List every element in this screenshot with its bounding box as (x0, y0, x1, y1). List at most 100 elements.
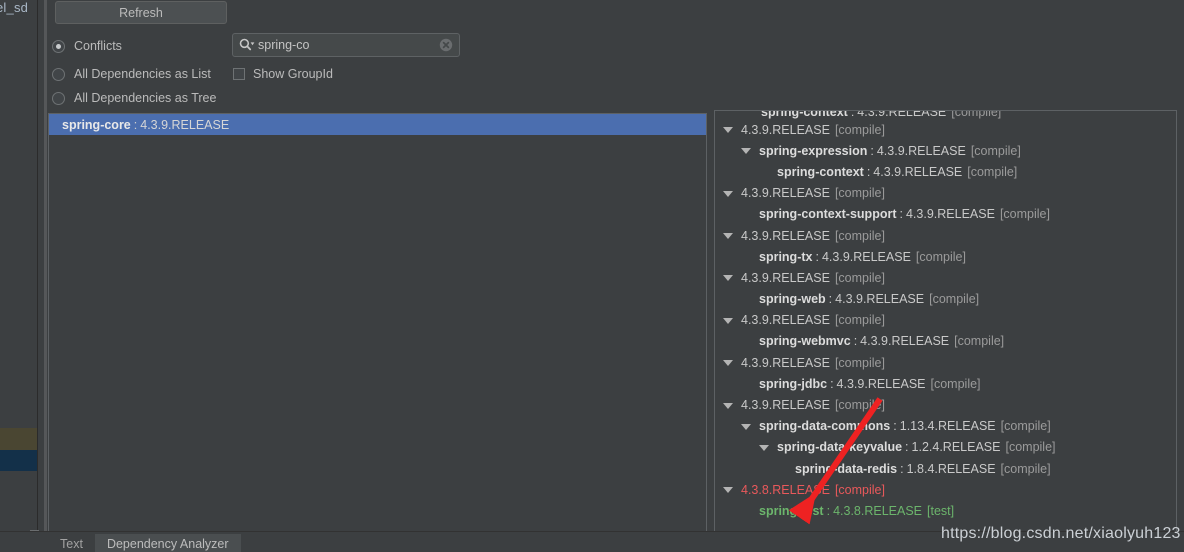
radio-all-dependencies-as-tree[interactable]: All Dependencies as Tree (52, 89, 216, 107)
tree-expand-icon[interactable] (723, 357, 734, 368)
radio-all-dependencies-as-list[interactable]: All Dependencies as List (52, 65, 211, 83)
checkbox-label-show-groupid: Show GroupId (253, 67, 333, 81)
tree-row-scope: [compile] (951, 111, 1002, 119)
tree-row[interactable]: 4.3.9.RELEASE [compile] (715, 183, 1176, 204)
tree-row-version: 4.3.9.RELEASE (741, 122, 830, 137)
tree-row-scope: [compile] (967, 164, 1018, 179)
clear-icon[interactable] (439, 38, 453, 52)
tree-row[interactable]: spring-web:4.3.9.RELEASE [compile] (715, 289, 1176, 310)
gutter-highlight-band-navy (0, 450, 37, 471)
tree-row[interactable]: spring-test:4.3.8.RELEASE [test] (715, 500, 1176, 521)
tree-row-scope: [compile] (834, 270, 885, 285)
dependency-analyzer-window: el_sd Refresh Conflicts All Dependencies… (0, 0, 1184, 552)
tree-row-version: 4.3.9.RELEASE (876, 143, 966, 158)
tree-row-scope: [compile] (999, 207, 1050, 222)
tree-row[interactable]: 4.3.9.RELEASE [compile] (715, 267, 1176, 288)
dependency-tree-panel[interactable]: spring-context:4.3.9.RELEASE [compile] 4.3… (714, 110, 1177, 532)
tree-row[interactable]: spring-data-redis:1.8.4.RELEASE [compile] (715, 458, 1176, 479)
list-item-artifact: spring-core (62, 117, 131, 132)
tree-row-separator: : (899, 207, 903, 222)
tree-row-scope: [compile] (1000, 461, 1051, 476)
tree-row-version: 4.3.9.RELEASE (905, 207, 995, 222)
tree-row-scope: [test] (927, 503, 955, 518)
search-input-value: spring-co (258, 38, 310, 52)
tree-expand-icon[interactable] (723, 400, 734, 411)
tree-row[interactable]: spring-data-commons:1.13.4.RELEASE [compi… (715, 416, 1176, 437)
dependency-tree: spring-context:4.3.9.RELEASE [compile] 4.3… (715, 111, 1176, 522)
tree-row-version: 4.3.8.RELEASE (741, 482, 830, 497)
tree-row[interactable]: spring-webmvc:4.3.9.RELEASE [compile] (715, 331, 1176, 352)
tree-row-version: 4.3.9.RELEASE (860, 334, 950, 349)
tree-row[interactable]: spring-tx:4.3.9.RELEASE [compile] (715, 246, 1176, 267)
tree-row[interactable]: spring-expression:4.3.9.RELEASE [compile] (715, 140, 1176, 161)
watermark: https://blog.csdn.net/xiaolyuh123 (941, 525, 1181, 542)
tree-expand-icon[interactable] (723, 230, 734, 241)
tree-row[interactable]: spring-context-support:4.3.9.RELEASE [com… (715, 204, 1176, 225)
tab-dependency-analyzer[interactable]: Dependency Analyzer (94, 534, 241, 552)
tree-row[interactable]: 4.3.9.RELEASE [compile] (715, 225, 1176, 246)
tree-row[interactable]: spring-data-keyvalue:1.2.4.RELEASE [compi… (715, 437, 1176, 458)
tree-expand-icon[interactable] (723, 272, 734, 283)
tree-row-artifact: spring-web (759, 292, 826, 307)
tree-expand-icon[interactable] (759, 442, 770, 453)
tree-row[interactable]: 4.3.9.RELEASE [compile] (715, 352, 1176, 373)
tree-row-separator: : (828, 292, 833, 307)
radio-label-conflicts: Conflicts (74, 39, 122, 53)
tree-row[interactable]: spring-context:4.3.9.RELEASE [compile] (715, 161, 1176, 182)
tree-row-version: 4.3.9.RELEASE (835, 292, 925, 307)
tree-row-scope: [compile] (834, 313, 885, 328)
tree-row-scope: [compile] (1000, 419, 1051, 434)
tree-row-artifact: spring-expression (759, 143, 868, 158)
list-item-version: 4.3.9.RELEASE (140, 117, 230, 132)
search-icon (239, 38, 255, 52)
radio-icon-all-dependencies-as-list (52, 67, 65, 81)
tree-row-scope: [compile] (915, 249, 966, 264)
tree-row-scope: [compile] (1005, 440, 1056, 455)
search-input[interactable]: spring-co (232, 33, 460, 57)
panel-divider (44, 0, 47, 552)
tree-row-separator: : (905, 440, 909, 455)
tree-row-scope: [compile] (834, 482, 885, 497)
tree-row-version: 4.3.9.RELEASE (741, 398, 830, 413)
dependency-list-panel[interactable]: spring-core : 4.3.9.RELEASE (48, 113, 707, 532)
list-item[interactable]: spring-core : 4.3.9.RELEASE (49, 114, 706, 135)
tree-row-scope: [compile] (954, 334, 1005, 349)
tab-text[interactable]: Text (48, 534, 95, 552)
tree-expand-icon[interactable] (741, 421, 752, 432)
tree-row-version: 4.3.9.RELEASE (741, 313, 830, 328)
checkbox-show-groupid[interactable]: Show GroupId (233, 65, 333, 83)
tree-row[interactable]: 4.3.8.RELEASE [compile] (715, 479, 1176, 500)
tab-text-label: Text (60, 537, 83, 551)
tree-row-scope: [compile] (929, 292, 980, 307)
tree-expand-icon[interactable] (741, 145, 752, 156)
tree-row-version: 4.3.9.RELEASE (821, 249, 911, 264)
tree-row-scope: [compile] (970, 143, 1021, 158)
radio-conflicts[interactable]: Conflicts (52, 37, 122, 55)
tree-row[interactable]: 4.3.9.RELEASE [compile] (715, 119, 1176, 140)
tree-expand-icon[interactable] (723, 124, 734, 135)
tree-expand-icon[interactable] (723, 315, 734, 326)
tree-row-scope: [compile] (834, 122, 885, 137)
tree-expand-icon[interactable] (723, 188, 734, 199)
tree-row[interactable]: 4.3.9.RELEASE [compile] (715, 394, 1176, 415)
tree-row[interactable]: 4.3.9.RELEASE [compile] (715, 310, 1176, 331)
gutter-truncated-label: el_sd (0, 0, 29, 15)
tree-row-artifact: spring-test (759, 503, 824, 518)
tree-row-scope: [compile] (834, 398, 885, 413)
tree-row-separator: : (870, 143, 874, 158)
tree-row-version: 4.3.9.RELEASE (857, 111, 947, 119)
tree-row-artifact: spring-context (777, 164, 864, 179)
tree-row-version: 4.3.9.RELEASE (741, 186, 830, 201)
tree-row[interactable]: spring-jdbc:4.3.9.RELEASE [compile] (715, 373, 1176, 394)
tree-row-clipped[interactable]: spring-context:4.3.9.RELEASE [compile] (715, 111, 1176, 119)
refresh-button[interactable]: Refresh (55, 1, 227, 24)
tabstrip: Text Dependency Analyzer (48, 532, 241, 552)
tree-row-separator: : (850, 111, 855, 119)
tree-expand-icon[interactable] (723, 484, 734, 495)
gutter-divider (37, 0, 38, 552)
tree-row-version: 4.3.9.RELEASE (873, 164, 963, 179)
